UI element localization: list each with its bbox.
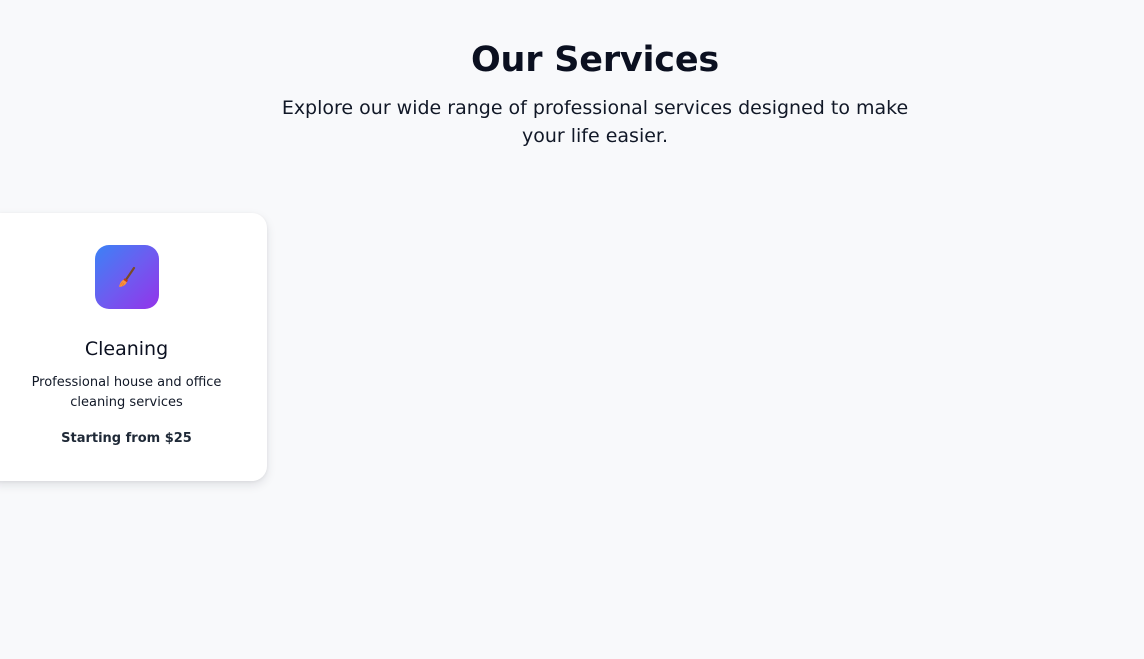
service-card-cleaning[interactable]: Cleaning Professional house and office c… <box>0 213 267 481</box>
service-description: Professional house and office cleaning s… <box>31 375 222 410</box>
page-subtitle: Explore our wide range of professional s… <box>281 97 909 147</box>
broom-icon <box>95 245 159 309</box>
service-name: Cleaning <box>84 338 169 360</box>
services-section: Our Services Explore our wide range of p… <box>0 0 1144 659</box>
service-price: Starting from $25 <box>61 431 192 446</box>
page-title: Our Services <box>470 40 720 80</box>
